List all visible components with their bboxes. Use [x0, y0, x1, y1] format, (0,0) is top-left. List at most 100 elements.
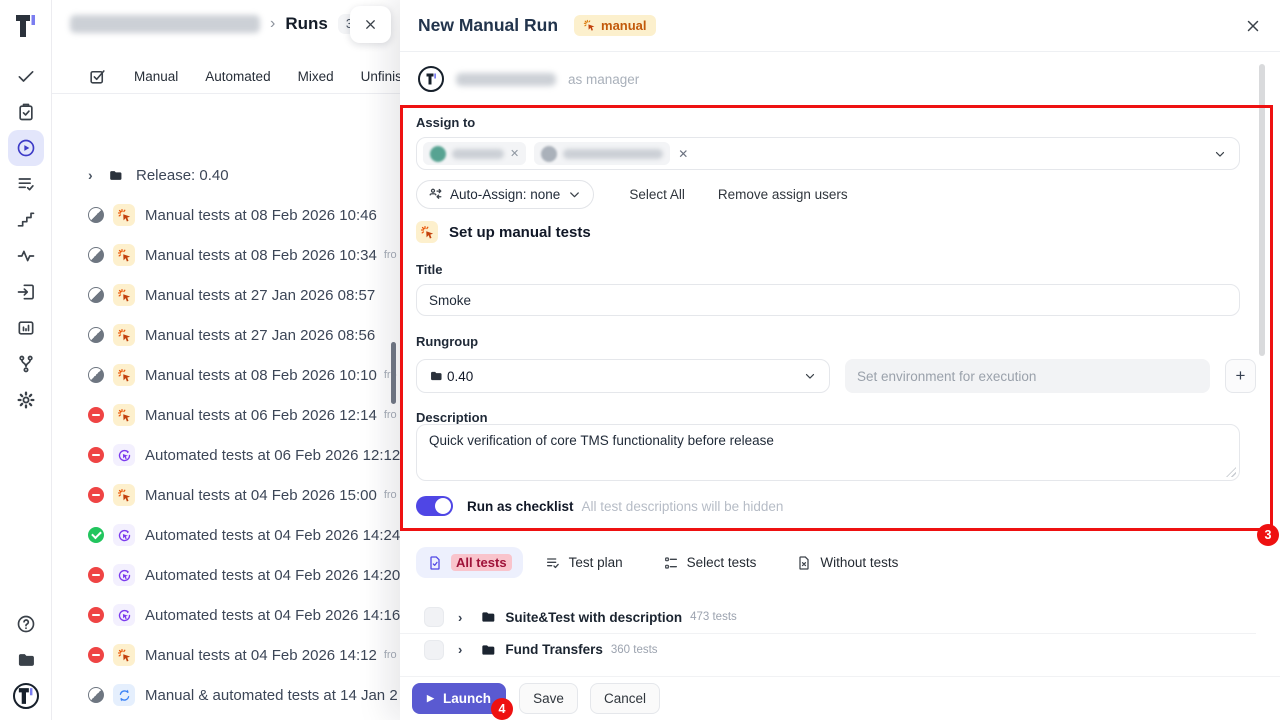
runs-tab-manual[interactable]: Manual [134, 69, 178, 84]
assignee-chip[interactable]: ✕ [423, 142, 526, 165]
run-label[interactable]: Automated tests at 04 Feb 2026 14:20 [145, 567, 400, 584]
chevron-right-icon[interactable]: › [458, 642, 462, 657]
chevron-right-icon[interactable]: › [458, 610, 462, 625]
run-label[interactable]: Release: 0.40 [136, 167, 229, 184]
status-progress-icon [88, 247, 104, 263]
run-label[interactable]: Automated tests at 06 Feb 2026 12:12 [145, 447, 400, 464]
sidebar-item-plans[interactable] [8, 166, 44, 202]
manager-row: as manager [418, 64, 639, 94]
chevron-down-icon [567, 187, 582, 202]
annotation-badge-3: 3 [1257, 524, 1279, 546]
auto-assign-button[interactable]: Auto-Assign: none [416, 180, 594, 209]
automated-run-icon [113, 444, 135, 466]
background-scrollbar[interactable] [391, 342, 396, 404]
auto-assign-users-icon [428, 187, 443, 202]
automated-run-icon [113, 524, 135, 546]
tab-test-plan[interactable]: Test plan [545, 547, 623, 578]
status-failed-icon [88, 647, 104, 663]
remove-assign-users-link[interactable]: Remove assign users [718, 187, 848, 202]
suite-row[interactable]: ›Fund Transfers360 tests [400, 633, 1256, 665]
checklist-label: Run as checklist [467, 499, 574, 514]
run-source-text: fro [384, 649, 397, 661]
suite-name[interactable]: Fund Transfers [505, 642, 603, 657]
assign-to-label: Assign to [416, 115, 475, 130]
tab-all-tests[interactable]: All tests [416, 547, 523, 578]
rungroup-select[interactable]: 0.40 [416, 359, 830, 393]
folder-icon [429, 369, 443, 383]
sidebar-item-help[interactable] [8, 606, 44, 642]
status-passed-icon [88, 527, 104, 543]
report-icon [16, 318, 36, 338]
sidebar-item-milestones[interactable] [8, 202, 44, 238]
run-as-checklist-row: Run as checklist All test descriptions w… [416, 496, 783, 516]
tab-label: Test plan [569, 555, 623, 570]
status-progress-icon [88, 687, 104, 703]
remove-assignee-icon[interactable]: ✕ [678, 147, 688, 161]
cancel-button[interactable]: Cancel [590, 683, 660, 714]
run-label[interactable]: Manual tests at 04 Feb 2026 14:12 [145, 647, 377, 664]
drawer-close-button[interactable] [350, 6, 391, 43]
select-edit-icon[interactable] [88, 67, 107, 86]
run-label[interactable]: Manual tests at 27 Jan 2026 08:56 [145, 327, 375, 344]
sidebar-item-settings[interactable] [8, 382, 44, 418]
run-source-text: fro [384, 409, 397, 421]
run-label[interactable]: Manual tests at 08 Feb 2026 10:34 [145, 247, 377, 264]
import-icon [16, 282, 36, 302]
runs-tab-mixed[interactable]: Mixed [298, 69, 334, 84]
doc-check-icon [427, 555, 443, 571]
runs-tab-automated[interactable]: Automated [205, 69, 270, 84]
add-environment-button[interactable]: + [1225, 359, 1256, 393]
status-failed-icon [88, 487, 104, 503]
sidebar-item-reports[interactable] [8, 310, 44, 346]
sidebar-item-import[interactable] [8, 274, 44, 310]
breadcrumb-runs[interactable]: Runs [285, 14, 328, 34]
folder-icon [480, 642, 496, 658]
sidebar-item-projects[interactable] [8, 642, 44, 678]
assign-to-select[interactable]: ✕ ✕ [416, 137, 1240, 170]
manual-wand-icon [416, 221, 438, 243]
suite-checkbox[interactable] [424, 640, 444, 660]
suite-checkbox[interactable] [424, 607, 444, 627]
sidebar-item-branches[interactable] [8, 346, 44, 382]
manual-run-icon [113, 284, 135, 306]
sidebar-item-profile[interactable] [8, 678, 44, 714]
rungroup-label: Rungroup [416, 334, 478, 349]
run-label[interactable]: Manual & automated tests at 14 Jan 2 [145, 687, 398, 704]
run-label[interactable]: Manual tests at 08 Feb 2026 10:46 [145, 207, 377, 224]
close-icon [363, 17, 378, 32]
automated-run-icon [113, 604, 135, 626]
assignee-chip[interactable] [534, 142, 670, 165]
run-label[interactable]: Manual tests at 06 Feb 2026 12:14 [145, 407, 377, 424]
tab-without-tests[interactable]: Without tests [796, 547, 898, 578]
sidebar-item-runs[interactable] [8, 130, 44, 166]
description-label: Description [416, 410, 488, 425]
suite-row[interactable]: ›Suite&Test with description473 tests [400, 601, 1256, 633]
sidebar-item-activity[interactable] [8, 238, 44, 274]
checklist-icon [16, 174, 36, 194]
run-label[interactable]: Manual tests at 27 Jan 2026 08:57 [145, 287, 375, 304]
run-as-checklist-toggle[interactable] [416, 496, 453, 516]
suite-name[interactable]: Suite&Test with description [505, 610, 682, 625]
run-label[interactable]: Automated tests at 04 Feb 2026 14:24 [145, 527, 400, 544]
run-label[interactable]: Manual tests at 04 Feb 2026 15:00 [145, 487, 377, 504]
select-all-link[interactable]: Select All [629, 187, 685, 202]
chevron-right-icon[interactable]: › [88, 167, 104, 183]
run-label[interactable]: Automated tests at 04 Feb 2026 14:16 [145, 607, 400, 624]
sidebar-item-tasks[interactable] [8, 94, 44, 130]
modal-close-icon[interactable] [1244, 17, 1262, 35]
modal-header: New Manual Run manual [400, 0, 1280, 52]
setup-manual-tests-heading: Set up manual tests [416, 221, 591, 243]
run-label[interactable]: Manual tests at 08 Feb 2026 10:10 [145, 367, 377, 384]
environment-input[interactable] [845, 359, 1210, 393]
sidebar-item-results[interactable] [8, 58, 44, 94]
remove-assignee-icon[interactable]: ✕ [510, 147, 519, 160]
title-input[interactable] [416, 284, 1240, 316]
project-name-blurred[interactable] [70, 15, 260, 33]
save-button[interactable]: Save [519, 683, 578, 714]
mixed-run-icon [113, 684, 135, 706]
branch-icon [16, 354, 36, 374]
brand-logo[interactable] [13, 12, 39, 40]
modal-scrollbar[interactable] [1259, 64, 1265, 356]
tab-select-tests[interactable]: Select tests [663, 547, 757, 578]
description-textarea[interactable]: Quick verification of core TMS functiona… [416, 424, 1240, 481]
